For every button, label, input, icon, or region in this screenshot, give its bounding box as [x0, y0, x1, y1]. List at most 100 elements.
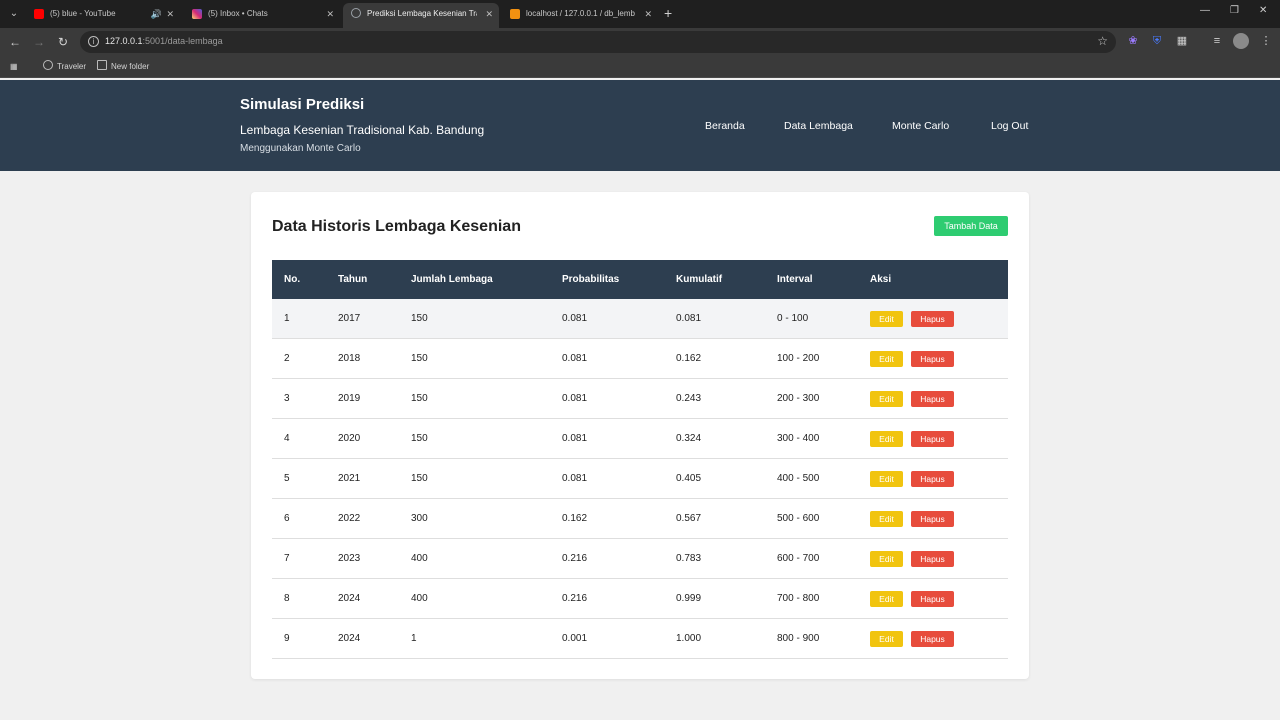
media-queue-icon[interactable]: ≡ [1210, 34, 1224, 48]
edit-button[interactable]: Edit [870, 591, 903, 607]
table-row: 3 2019 150 0.081 0.243 200 - 300 Edit Hapus [272, 379, 1008, 419]
close-tab-icon[interactable]: ✕ [485, 3, 493, 25]
nav-beranda[interactable]: Beranda [705, 120, 745, 132]
cell-probabilitas: 0.081 [562, 353, 588, 364]
cell-interval: 0 - 100 [777, 313, 809, 324]
cell-tahun: 2021 [338, 473, 361, 484]
cell-tahun: 2024 [338, 633, 361, 644]
column-header-interval: Interval [777, 274, 813, 285]
cell-tahun: 2024 [338, 593, 361, 604]
cell-no: 6 [284, 513, 290, 524]
close-window-icon[interactable]: ✕ [1259, 5, 1267, 16]
back-icon[interactable]: ← [7, 34, 23, 50]
edit-button[interactable]: Edit [870, 311, 903, 327]
new-tab-button[interactable]: + [664, 4, 672, 22]
table-row: 6 2022 300 0.162 0.567 500 - 600 Edit Hapus [272, 499, 1008, 539]
edit-button[interactable]: Edit [870, 471, 903, 487]
site-subtitle-method: Menggunakan Monte Carlo [240, 143, 361, 154]
bookmarks-bar: ▦ Traveler New folder [0, 56, 1280, 78]
cell-kumulatif: 1.000 [676, 633, 702, 644]
cell-no: 5 [284, 473, 290, 484]
extensions-icon[interactable]: ▦ [1175, 34, 1189, 48]
browser-tab-active[interactable]: Prediksi Lembaga Kesenian Tra ✕ [343, 3, 499, 28]
tab-title: Prediksi Lembaga Kesenian Tra [367, 9, 477, 18]
cell-probabilitas: 0.216 [562, 553, 588, 564]
address-bar[interactable]: i 127.0.0.1:5001/data-lembaga ☆ [80, 31, 1116, 53]
table-row: 2 2018 150 0.081 0.162 100 - 200 Edit Hapus [272, 339, 1008, 379]
nav-monte-carlo[interactable]: Monte Carlo [892, 120, 949, 132]
delete-button[interactable]: Hapus [911, 351, 954, 367]
apps-grid-icon[interactable]: ▦ [10, 60, 18, 74]
speaker-icon[interactable]: 🔊 [151, 4, 162, 24]
cell-no: 9 [284, 633, 290, 644]
edit-button[interactable]: Edit [870, 351, 903, 367]
delete-button[interactable]: Hapus [911, 631, 954, 647]
close-tab-icon[interactable]: ✕ [644, 4, 652, 24]
column-header-aksi: Aksi [870, 274, 892, 285]
cell-no: 7 [284, 553, 290, 564]
cell-jumlah: 150 [411, 393, 428, 404]
url-text[interactable]: 127.0.0.1:5001/data-lembaga [105, 36, 223, 46]
delete-button[interactable]: Hapus [911, 591, 954, 607]
nav-data-lembaga[interactable]: Data Lembaga [784, 120, 853, 132]
forward-icon[interactable]: → [31, 34, 47, 50]
profile-avatar[interactable] [1233, 33, 1249, 49]
page-title: Data Historis Lembaga Kesenian [272, 218, 521, 235]
cell-kumulatif: 0.243 [676, 393, 702, 404]
cell-kumulatif: 0.324 [676, 433, 702, 444]
cell-jumlah: 150 [411, 313, 428, 324]
tab-search-chevron-icon[interactable]: ⌄ [6, 6, 22, 22]
bookmark-new-folder[interactable]: New folder [97, 60, 149, 74]
cell-jumlah: 400 [411, 593, 428, 604]
cell-no: 1 [284, 313, 290, 324]
edit-button[interactable]: Edit [870, 511, 903, 527]
browser-toolbar: ← → ↻ i 127.0.0.1:5001/data-lembaga ☆ ❀ … [0, 28, 1280, 56]
cell-kumulatif: 0.081 [676, 313, 702, 324]
reload-icon[interactable]: ↻ [55, 34, 71, 50]
cell-tahun: 2023 [338, 553, 361, 564]
cell-kumulatif: 0.999 [676, 593, 702, 604]
column-header-jumlah: Jumlah Lembaga [411, 274, 493, 285]
cell-jumlah: 300 [411, 513, 428, 524]
extension-puzzle-purple-icon[interactable]: ❀ [1126, 34, 1140, 48]
edit-button[interactable]: Edit [870, 391, 903, 407]
table-body: 1 2017 150 0.081 0.081 0 - 100 Edit Hapus 2 2018 1… [272, 299, 1008, 659]
delete-button[interactable]: Hapus [911, 311, 954, 327]
table-row: 5 2021 150 0.081 0.405 400 - 500 Edit Hapus [272, 459, 1008, 499]
delete-button[interactable]: Hapus [911, 471, 954, 487]
browser-tab-phpmyadmin[interactable]: localhost / 127.0.0.1 / db_lemb ✕ [502, 4, 658, 24]
delete-button[interactable]: Hapus [911, 391, 954, 407]
folder-icon [97, 60, 107, 70]
cell-tahun: 2020 [338, 433, 361, 444]
close-tab-icon[interactable]: ✕ [166, 4, 174, 24]
cell-kumulatif: 0.567 [676, 513, 702, 524]
cell-no: 3 [284, 393, 290, 404]
add-data-button[interactable]: Tambah Data [934, 216, 1008, 236]
browser-tab-youtube[interactable]: (5) blue - YouTube 🔊 ✕ [26, 4, 180, 24]
delete-button[interactable]: Hapus [911, 431, 954, 447]
bookmark-traveler[interactable]: Traveler [43, 60, 86, 74]
menu-kebab-icon[interactable]: ⋮ [1259, 34, 1273, 48]
cell-no: 8 [284, 593, 290, 604]
minimize-icon[interactable]: — [1200, 5, 1210, 16]
cell-interval: 600 - 700 [777, 553, 820, 564]
column-header-probabilitas: Probabilitas [562, 274, 620, 285]
edit-button[interactable]: Edit [870, 631, 903, 647]
instagram-icon [192, 9, 202, 19]
browser-tab-instagram[interactable]: (5) Inbox • Chats ✕ [184, 4, 340, 24]
cell-jumlah: 1 [411, 633, 417, 644]
delete-button[interactable]: Hapus [911, 511, 954, 527]
bookmark-star-icon[interactable]: ☆ [1097, 34, 1108, 48]
close-tab-icon[interactable]: ✕ [326, 4, 334, 24]
site-info-icon[interactable]: i [88, 36, 99, 47]
shield-icon[interactable]: ⛨ [1150, 34, 1164, 48]
restore-icon[interactable]: ❐ [1230, 5, 1239, 16]
edit-button[interactable]: Edit [870, 551, 903, 567]
cell-interval: 500 - 600 [777, 513, 820, 524]
delete-button[interactable]: Hapus [911, 551, 954, 567]
cell-kumulatif: 0.405 [676, 473, 702, 484]
edit-button[interactable]: Edit [870, 431, 903, 447]
cell-probabilitas: 0.081 [562, 473, 588, 484]
site-title[interactable]: Simulasi Prediksi [240, 96, 484, 113]
nav-log-out[interactable]: Log Out [991, 120, 1028, 132]
